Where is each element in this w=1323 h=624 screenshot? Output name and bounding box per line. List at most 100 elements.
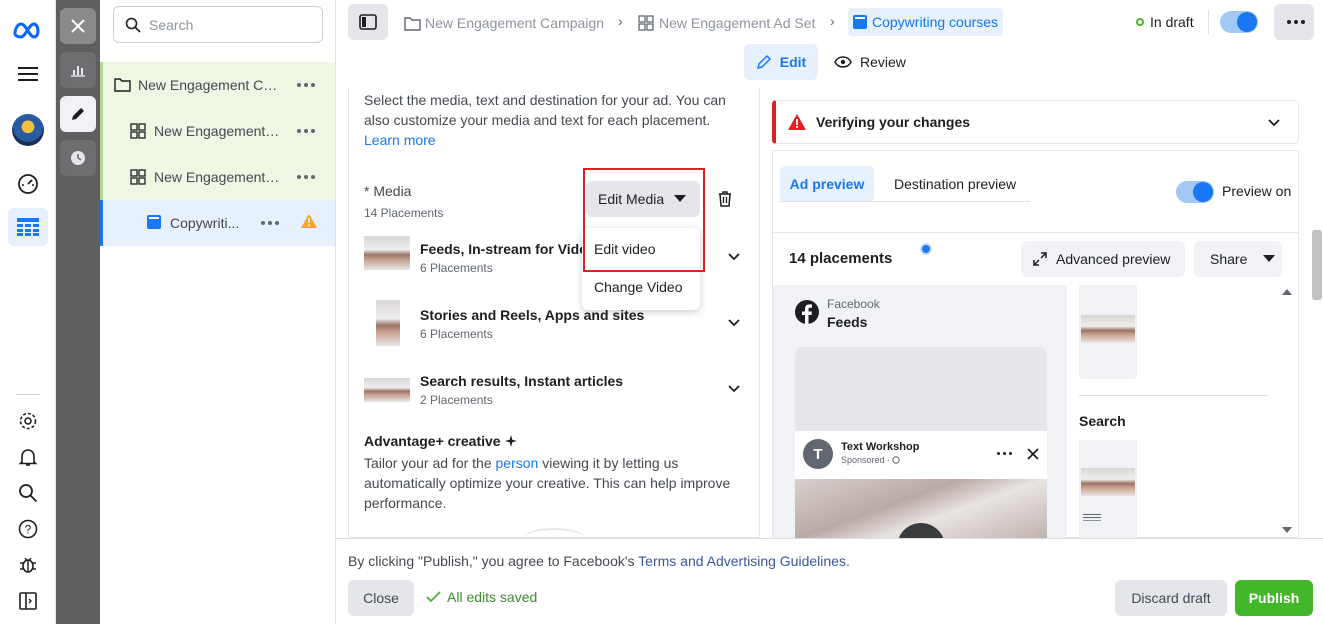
chevron-right-icon: › [830,13,835,29]
status-dot-icon [1136,18,1144,26]
eye-icon [834,56,852,68]
advanced-preview-button[interactable]: Advanced preview [1021,241,1185,277]
terms-link[interactable]: Terms and Advertising Guidelines [638,553,846,569]
tab-underline [780,201,1030,202]
page-avatar: T [803,439,833,469]
campaign-tree-panel: Search New Engagement Ca... New Engageme… [100,0,336,624]
tab-edit-label: Edit [779,54,807,70]
more-options-button[interactable] [1274,4,1314,40]
placement-thumb-story [1079,285,1137,379]
tab-ad-preview[interactable]: Ad preview [780,166,874,202]
page-name: Text Workshop [841,441,920,453]
toggle-sidebar-button[interactable] [348,4,388,40]
advantage-description: Tailor your ad for the person viewing it… [364,453,749,513]
folder-icon [114,78,131,92]
tree-item-campaign[interactable]: New Engagement Ca... [100,62,335,108]
bug-report-icon[interactable] [12,549,44,581]
more-options-icon[interactable] [297,175,315,179]
help-icon[interactable]: ? [12,513,44,545]
more-options-icon[interactable] [297,83,315,87]
advanced-preview-label: Advanced preview [1056,251,1171,267]
more-options-icon[interactable] [261,221,279,225]
tab-destination-preview[interactable]: Destination preview [894,176,1016,192]
discard-draft-button[interactable]: Discard draft [1115,580,1227,616]
chevron-down-icon[interactable] [728,316,740,328]
charts-icon[interactable] [60,52,96,88]
media-row-search[interactable]: Search results, Instant articles 2 Place… [364,366,754,422]
draft-status: In draft [1136,14,1194,30]
save-status: All edits saved [426,589,537,605]
search-section-label: Search [1079,413,1126,429]
editor-toolbar [56,0,100,624]
tab-edit[interactable]: Edit [744,44,818,80]
warning-icon [301,214,317,228]
learn-more-link[interactable]: Learn more [364,132,436,148]
draft-toggle[interactable] [1220,11,1258,33]
avatar[interactable] [12,114,44,146]
placement-thumb-search [1079,440,1137,539]
video-thumbnail [376,300,400,346]
media-placements-count: 14 Placements [364,206,444,220]
breadcrumb-campaign[interactable]: New Engagement Campaign [404,11,604,35]
scroll-up-icon [1282,289,1292,295]
search-input[interactable]: Search [113,6,323,43]
search-icon [125,17,141,33]
edit-pencil-icon[interactable] [60,96,96,132]
menu-item-change-video[interactable]: Change Video [594,279,682,295]
settings-icon[interactable] [12,405,44,437]
sparkle-icon [504,435,517,447]
person-link[interactable]: person [496,455,539,471]
tree-item-ad-selected[interactable]: Copywriti... [100,200,335,246]
warning-icon [788,114,806,130]
side-panel-icon[interactable] [12,585,44,617]
intro-text: Select the media, text and destination f… [364,90,744,150]
chevron-down-icon[interactable] [728,382,740,394]
facebook-logo-icon [795,300,819,324]
svg-text:?: ? [25,523,32,537]
preview-toggle[interactable] [1176,181,1214,203]
ad-icon [147,215,161,229]
intro-copy: Select the media, text and destination f… [364,92,726,128]
share-button[interactable]: Share [1194,241,1282,277]
tree-item-label: Copywriti... [170,215,240,231]
advantage-text: Tailor your ad for the [364,455,496,471]
breadcrumb-adset[interactable]: New Engagement Ad Set [638,11,815,35]
chevron-down-icon [1268,119,1280,127]
highlight-box [583,168,705,272]
close-panel-button[interactable] [60,8,96,44]
facebook-label: Facebook [827,297,880,311]
preview-scrollbar[interactable] [1281,287,1293,537]
main-scrollbar-thumb[interactable] [1312,230,1322,300]
ads-manager-table-icon[interactable] [8,208,48,246]
chevron-down-icon[interactable] [728,250,740,262]
tree-item-adset[interactable]: New Engagement ... [100,154,335,200]
breadcrumb-ad[interactable]: Copywriting courses [848,8,1004,36]
rail-divider [16,394,40,395]
sponsored-text: Sponsored · [841,455,900,465]
delete-media-button[interactable] [711,181,739,217]
play-circle [897,523,945,539]
more-options-icon[interactable] [297,129,315,133]
placements-title: 14 placements [789,250,893,267]
video-thumbnail [364,236,410,270]
expand-icon [1033,252,1047,266]
publish-footer: By clicking "Publish," you agree to Face… [336,538,1323,624]
close-button[interactable]: Close [348,580,414,616]
tree-item-label: New Engagement ... [154,123,280,139]
grid-icon [638,15,654,31]
post-more-icon[interactable] [997,452,1012,455]
search-icon[interactable] [12,477,44,509]
tab-review[interactable]: Review [834,44,914,80]
tree-item-adset[interactable]: New Engagement ... [100,108,335,154]
menu-icon[interactable] [12,58,44,90]
notifications-icon[interactable] [12,441,44,473]
close-icon[interactable] [1027,448,1039,460]
publish-button[interactable]: Publish [1235,580,1313,616]
dashboard-icon[interactable] [12,168,44,200]
cursor-dot [920,243,932,255]
verify-banner[interactable]: Verifying your changes [772,100,1299,144]
meta-logo-icon[interactable] [11,14,43,46]
folder-icon [404,16,421,31]
verify-text: Verifying your changes [816,114,971,130]
history-clock-icon[interactable] [60,140,96,176]
